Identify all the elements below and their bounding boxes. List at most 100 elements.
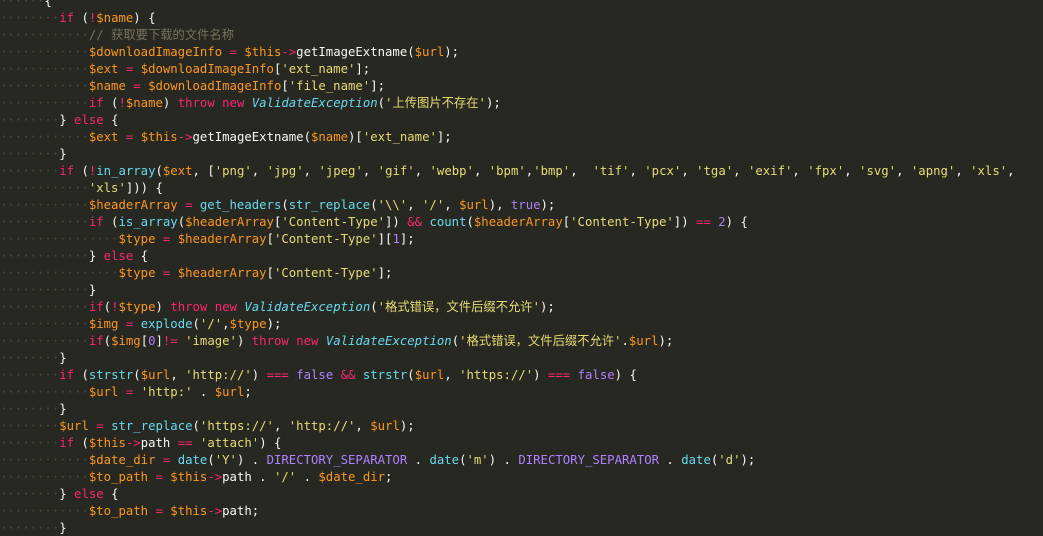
variable-token: $this xyxy=(170,470,208,484)
plain-token: ( xyxy=(459,453,467,467)
constant-token: false xyxy=(577,368,615,382)
keyword-token: throw xyxy=(177,96,215,110)
number-token: 1 xyxy=(392,232,400,246)
code-line[interactable]: ········if ($this->path == 'attach') { xyxy=(0,435,281,452)
code-line[interactable]: ······{ xyxy=(0,0,52,10)
plain-token: ( xyxy=(74,11,89,25)
plain-token: , xyxy=(473,164,489,178)
plain-token: { xyxy=(103,113,119,127)
string-token: 'apng' xyxy=(910,164,956,178)
variable-token: $img xyxy=(88,317,119,331)
variable-token: $name xyxy=(88,79,126,93)
string-token: 'attach' xyxy=(199,436,260,450)
plain-token: , xyxy=(896,164,911,178)
plain-token: { xyxy=(133,249,149,263)
plain-token: [ xyxy=(266,266,274,280)
code-line[interactable]: ········} xyxy=(0,350,67,367)
variable-token: $headerArray xyxy=(88,198,178,212)
code-line[interactable]: ············$ext = $downloadImageInfo['e… xyxy=(0,61,370,78)
code-line[interactable]: ········$url = str_replace('https://', '… xyxy=(0,418,415,435)
code-line[interactable]: ············if(!$type) throw new Validat… xyxy=(0,299,555,316)
operator-token: -> xyxy=(207,470,223,484)
code-line[interactable]: ············$downloadImageInfo = $this->… xyxy=(0,44,459,61)
code-line[interactable]: ············} else { xyxy=(0,248,148,265)
code-line[interactable]: ············$img = explode('/',$type); xyxy=(0,316,281,333)
plain-token: getImageExtname( xyxy=(296,45,415,59)
code-line[interactable]: ················$type = $headerArray['Co… xyxy=(0,231,415,248)
operator-token: === xyxy=(547,368,571,382)
code-line[interactable]: ········if (!$name) { xyxy=(0,10,156,27)
operator-token: === xyxy=(266,368,289,382)
keyword-token: if xyxy=(88,334,104,348)
code-line[interactable]: ············$url = 'http:' . $url; xyxy=(0,384,252,401)
indent-guide: ············ xyxy=(0,215,89,229)
function-token: date xyxy=(177,453,208,467)
plain-token: { xyxy=(103,487,119,501)
code-line[interactable]: ········if (strstr($url, 'http://') === … xyxy=(0,367,637,384)
variable-token: $this xyxy=(88,436,126,450)
plain-token: ) xyxy=(251,368,267,382)
code-line[interactable]: ············$ext = $this->getImageExtnam… xyxy=(0,129,452,146)
code-line[interactable]: ············$to_path = $this->path . '/'… xyxy=(0,469,392,486)
plain-token: } xyxy=(59,487,75,501)
plain-token: . xyxy=(407,453,430,467)
string-token: 'http://' xyxy=(288,419,356,433)
code-line[interactable]: ············$to_path = $this->path; xyxy=(0,503,259,520)
indent-guide: ········ xyxy=(0,436,60,450)
variable-token: $to_path xyxy=(88,504,149,518)
code-line[interactable]: ········} xyxy=(0,146,67,163)
code-line[interactable]: ············$date_dir = date('Y') . DIRE… xyxy=(0,452,755,469)
operator-token: != xyxy=(162,334,178,348)
variable-token: $type xyxy=(118,300,156,314)
code-line[interactable]: ············$headerArray = get_headers(s… xyxy=(0,197,555,214)
code-line[interactable]: ············if($img[0]!= 'image') throw … xyxy=(0,333,673,350)
code-line[interactable]: ············if (!$name) throw new Valida… xyxy=(0,95,501,112)
keyword-token: if xyxy=(59,368,75,382)
plain-token: [ xyxy=(281,79,289,93)
plain-token: , xyxy=(570,164,593,178)
operator-token: ! xyxy=(118,96,126,110)
string-token: 'file_name' xyxy=(288,79,371,93)
code-line[interactable]: ············} xyxy=(0,282,96,299)
plain-token: [ xyxy=(266,232,274,246)
variable-token: $name xyxy=(96,11,134,25)
plain-token: ( xyxy=(103,334,112,348)
keyword-token: throw xyxy=(251,334,289,348)
code-line[interactable]: ········} xyxy=(0,520,67,536)
code-line[interactable]: ········} else { xyxy=(0,112,118,129)
code-line[interactable]: ············// 获取要下载的文件名称 xyxy=(0,27,234,44)
code-line[interactable]: ············$name = $downloadImageInfo['… xyxy=(0,78,385,95)
variable-token: $this xyxy=(140,130,178,144)
constant-token: false xyxy=(296,368,334,382)
plain-token: ( xyxy=(133,368,141,382)
code-line[interactable]: ············if (is_array($headerArray['C… xyxy=(0,214,748,231)
variable-token: $ext xyxy=(88,62,119,76)
function-token: strstr xyxy=(362,368,408,382)
variable-token: $type xyxy=(118,232,156,246)
plain-token: ]; xyxy=(370,79,386,93)
plain-token: ) xyxy=(533,368,548,382)
code-line[interactable]: ········} else { xyxy=(0,486,118,503)
indent-guide: ············ xyxy=(0,62,89,76)
constant-token: DIRECTORY_SEPARATOR xyxy=(266,453,408,467)
code-editor[interactable]: ······{········if (!$name) {············… xyxy=(0,0,1043,536)
indent-guide: ············ xyxy=(0,283,89,297)
variable-token: $to_path xyxy=(88,470,149,484)
variable-token: $name xyxy=(311,130,349,144)
function-token: get_headers xyxy=(199,198,282,212)
keyword-token: new xyxy=(222,96,245,110)
string-token: '/' xyxy=(273,470,297,484)
code-line[interactable]: ········if (!in_array($ext, ['png', 'jpg… xyxy=(0,163,1015,180)
plain-token: ( xyxy=(451,334,460,348)
code-line[interactable]: ········} xyxy=(0,401,67,418)
plain-token: ( xyxy=(103,96,119,110)
code-line[interactable]: ············'xls'])) { xyxy=(0,180,163,197)
plain-token: path xyxy=(140,436,178,450)
code-line[interactable]: ················$type = $headerArray['Co… xyxy=(0,265,392,282)
